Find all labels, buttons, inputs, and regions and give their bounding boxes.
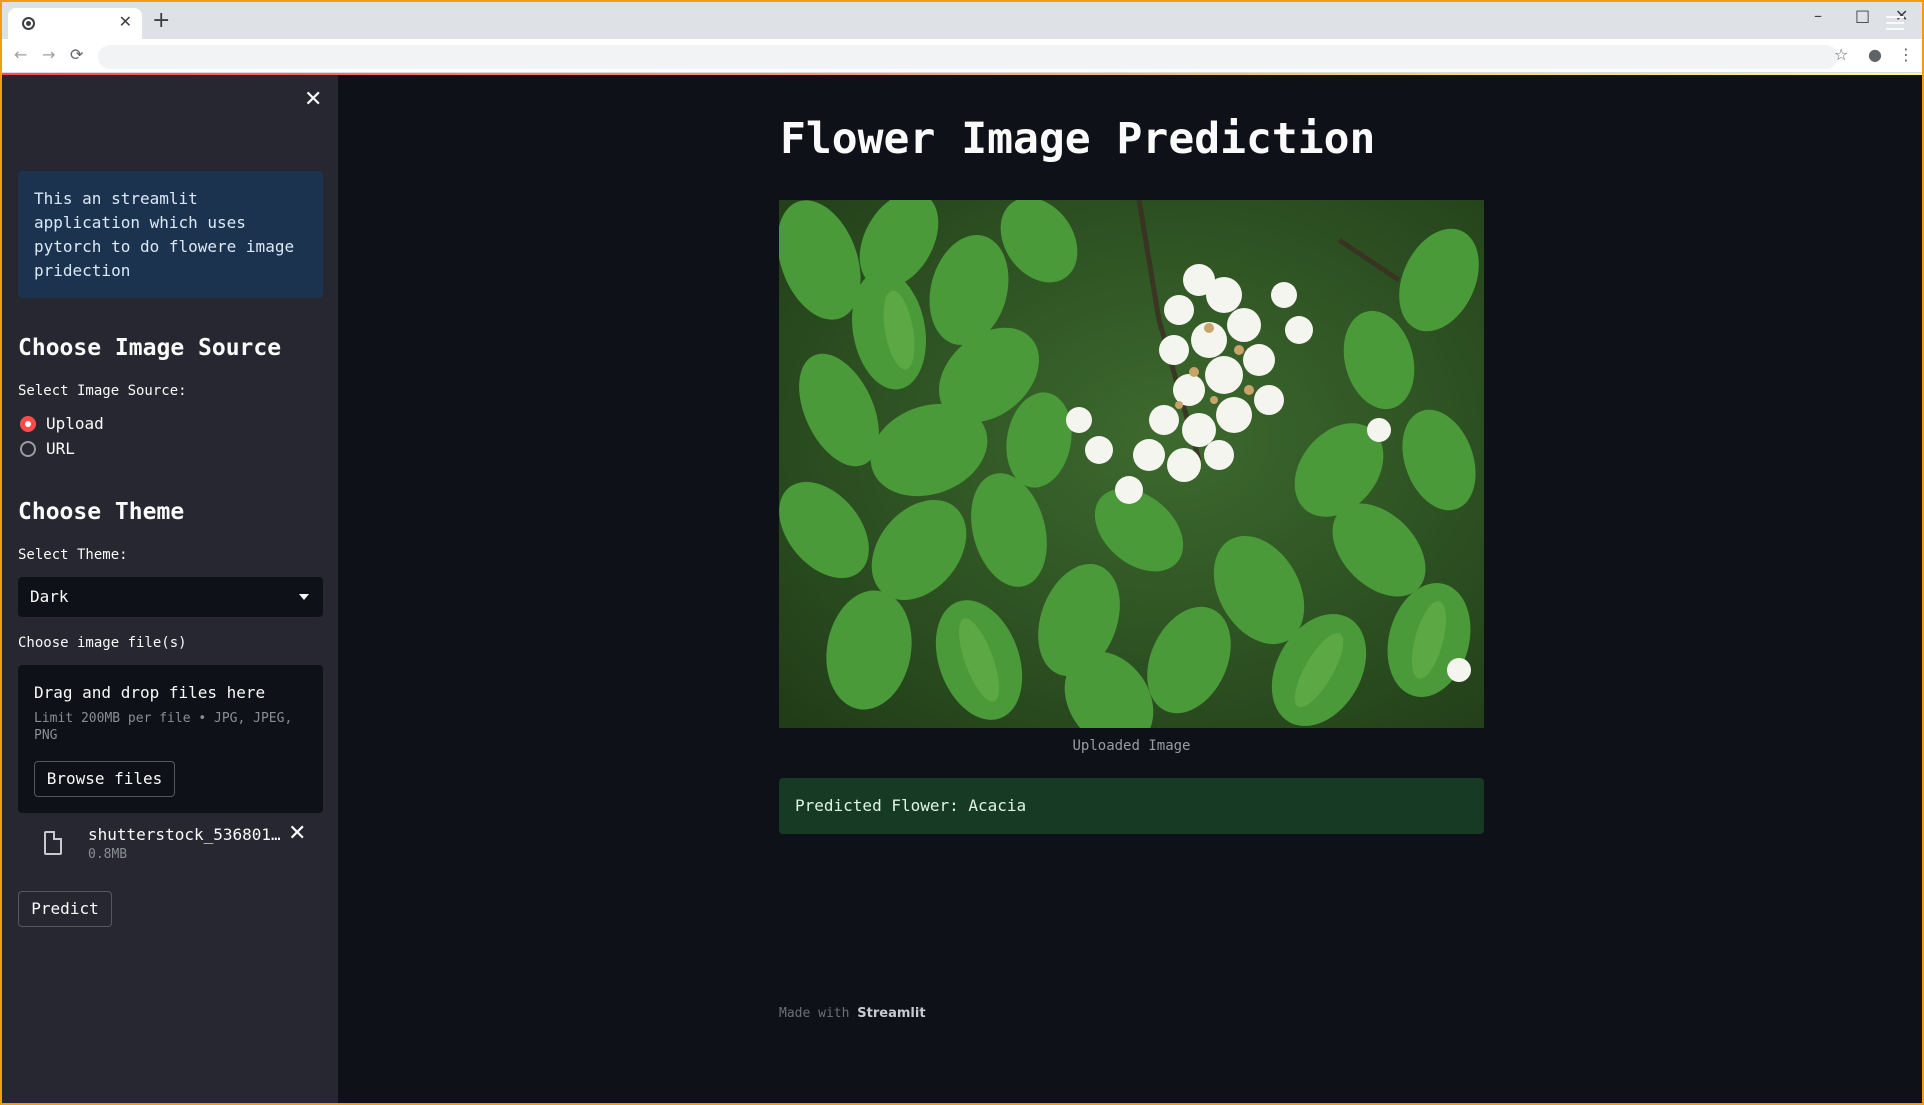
new-tab-button[interactable]: + bbox=[152, 8, 170, 33]
page-title: Flower Image Prediction bbox=[780, 114, 1376, 164]
drop-title: Drag and drop files here bbox=[34, 683, 266, 702]
theme-select-value: Dark bbox=[30, 587, 69, 606]
bookmark-star-icon[interactable]: ☆ bbox=[1834, 45, 1848, 64]
streamlit-link[interactable]: Streamlit bbox=[857, 1006, 925, 1021]
radio-upload-label: Upload bbox=[46, 414, 104, 433]
radio-unselected-icon[interactable] bbox=[20, 440, 36, 457]
theme-label: Select Theme: bbox=[18, 547, 128, 563]
chevron-down-icon bbox=[299, 594, 309, 600]
radio-url-label: URL bbox=[46, 439, 75, 458]
file-drop-zone[interactable]: Drag and drop files here Limit 200MB per… bbox=[18, 665, 323, 813]
footer: Made with Streamlit bbox=[779, 1006, 926, 1021]
tab-bar: ✕ + – □ ✕ bbox=[2, 2, 1922, 39]
browser-tab[interactable]: ✕ bbox=[8, 8, 142, 39]
profile-icon[interactable]: ● bbox=[1868, 45, 1882, 64]
sidebar: ✕ This an streamlit application which us… bbox=[2, 75, 338, 1103]
hamburger-menu-icon[interactable] bbox=[1886, 16, 1904, 34]
page-favicon-icon bbox=[22, 17, 35, 30]
sidebar-close-icon[interactable]: ✕ bbox=[304, 87, 322, 112]
forward-icon[interactable]: → bbox=[42, 45, 55, 64]
predict-button[interactable]: Predict bbox=[18, 891, 112, 927]
file-icon bbox=[44, 831, 62, 855]
browser-window: ✕ + – □ ✕ ← → ⟳ ☆ ● ⋮ ✕ This an streamli… bbox=[2, 2, 1922, 1103]
prediction-result: Predicted Flower: Acacia bbox=[779, 778, 1484, 834]
acacia-photo bbox=[779, 200, 1484, 728]
maximize-button[interactable]: □ bbox=[1855, 6, 1870, 25]
uploaded-file-item: shutterstock_536801… 0.8MB ✕ bbox=[18, 821, 323, 871]
drop-limit: Limit 200MB per file • JPG, JPEG, PNG bbox=[34, 711, 293, 743]
address-bar[interactable] bbox=[98, 45, 1838, 69]
back-icon[interactable]: ← bbox=[14, 45, 27, 64]
reload-icon[interactable]: ⟳ bbox=[70, 45, 83, 64]
browser-toolbar: ← → ⟳ ☆ ● ⋮ bbox=[2, 39, 1922, 73]
image-source-label: Select Image Source: bbox=[18, 383, 187, 399]
info-box: This an streamlit application which uses… bbox=[18, 171, 323, 298]
minimize-button[interactable]: – bbox=[1814, 6, 1822, 25]
theme-select[interactable]: Dark bbox=[18, 577, 323, 617]
uploader-label: Choose image file(s) bbox=[18, 635, 187, 651]
remove-file-icon[interactable]: ✕ bbox=[288, 821, 306, 846]
image-caption: Uploaded Image bbox=[1072, 738, 1191, 754]
browse-files-button[interactable]: Browse files bbox=[34, 761, 175, 797]
radio-url[interactable]: URL bbox=[20, 439, 75, 458]
theme-heading: Choose Theme bbox=[18, 499, 185, 525]
file-size: 0.8MB bbox=[88, 847, 128, 862]
file-name: shutterstock_536801… bbox=[88, 825, 281, 844]
tab-close-icon[interactable]: ✕ bbox=[119, 12, 132, 31]
browser-menu-icon[interactable]: ⋮ bbox=[1898, 45, 1914, 64]
image-source-heading: Choose Image Source bbox=[18, 335, 282, 361]
radio-selected-icon[interactable] bbox=[20, 415, 36, 432]
uploaded-flower-image bbox=[779, 200, 1484, 728]
footer-prefix: Made with bbox=[779, 1006, 850, 1021]
radio-upload[interactable]: Upload bbox=[20, 414, 104, 433]
